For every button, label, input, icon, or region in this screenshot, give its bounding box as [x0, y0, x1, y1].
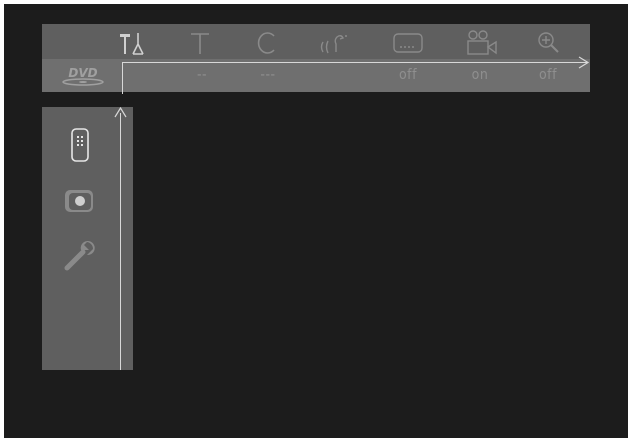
screen: DVD -- --- off on off [4, 4, 628, 438]
up-arrow-icon [114, 107, 127, 118]
camera-angle-icon[interactable] [462, 28, 502, 58]
remote-control-icon[interactable] [60, 125, 100, 165]
subtitle-icon[interactable] [388, 28, 428, 58]
audio-icon[interactable] [314, 28, 354, 58]
tools-icon[interactable] [112, 28, 152, 58]
dvd-logo-icon: DVD [62, 66, 104, 86]
zoom-icon[interactable] [530, 28, 570, 58]
screen-display-icon[interactable] [60, 182, 100, 222]
right-arrow-icon [578, 56, 590, 69]
horizontal-menu-line [122, 62, 587, 63]
subtitle-value: off [398, 67, 418, 83]
side-menu-bar [42, 107, 133, 370]
disc-logo-text: DVD [68, 66, 97, 80]
title-icon[interactable] [180, 28, 220, 58]
wrench-icon[interactable] [60, 235, 100, 275]
title-value: -- [196, 67, 208, 83]
zoom-value: off [538, 67, 558, 83]
chapter-icon[interactable] [247, 28, 287, 58]
camera-angle-value: on [471, 67, 489, 83]
vertical-menu-line [120, 113, 121, 370]
corner-vertical-line [122, 62, 123, 94]
chapter-value: --- [260, 67, 276, 83]
top-menu-bar: DVD -- --- off on off [42, 24, 590, 94]
